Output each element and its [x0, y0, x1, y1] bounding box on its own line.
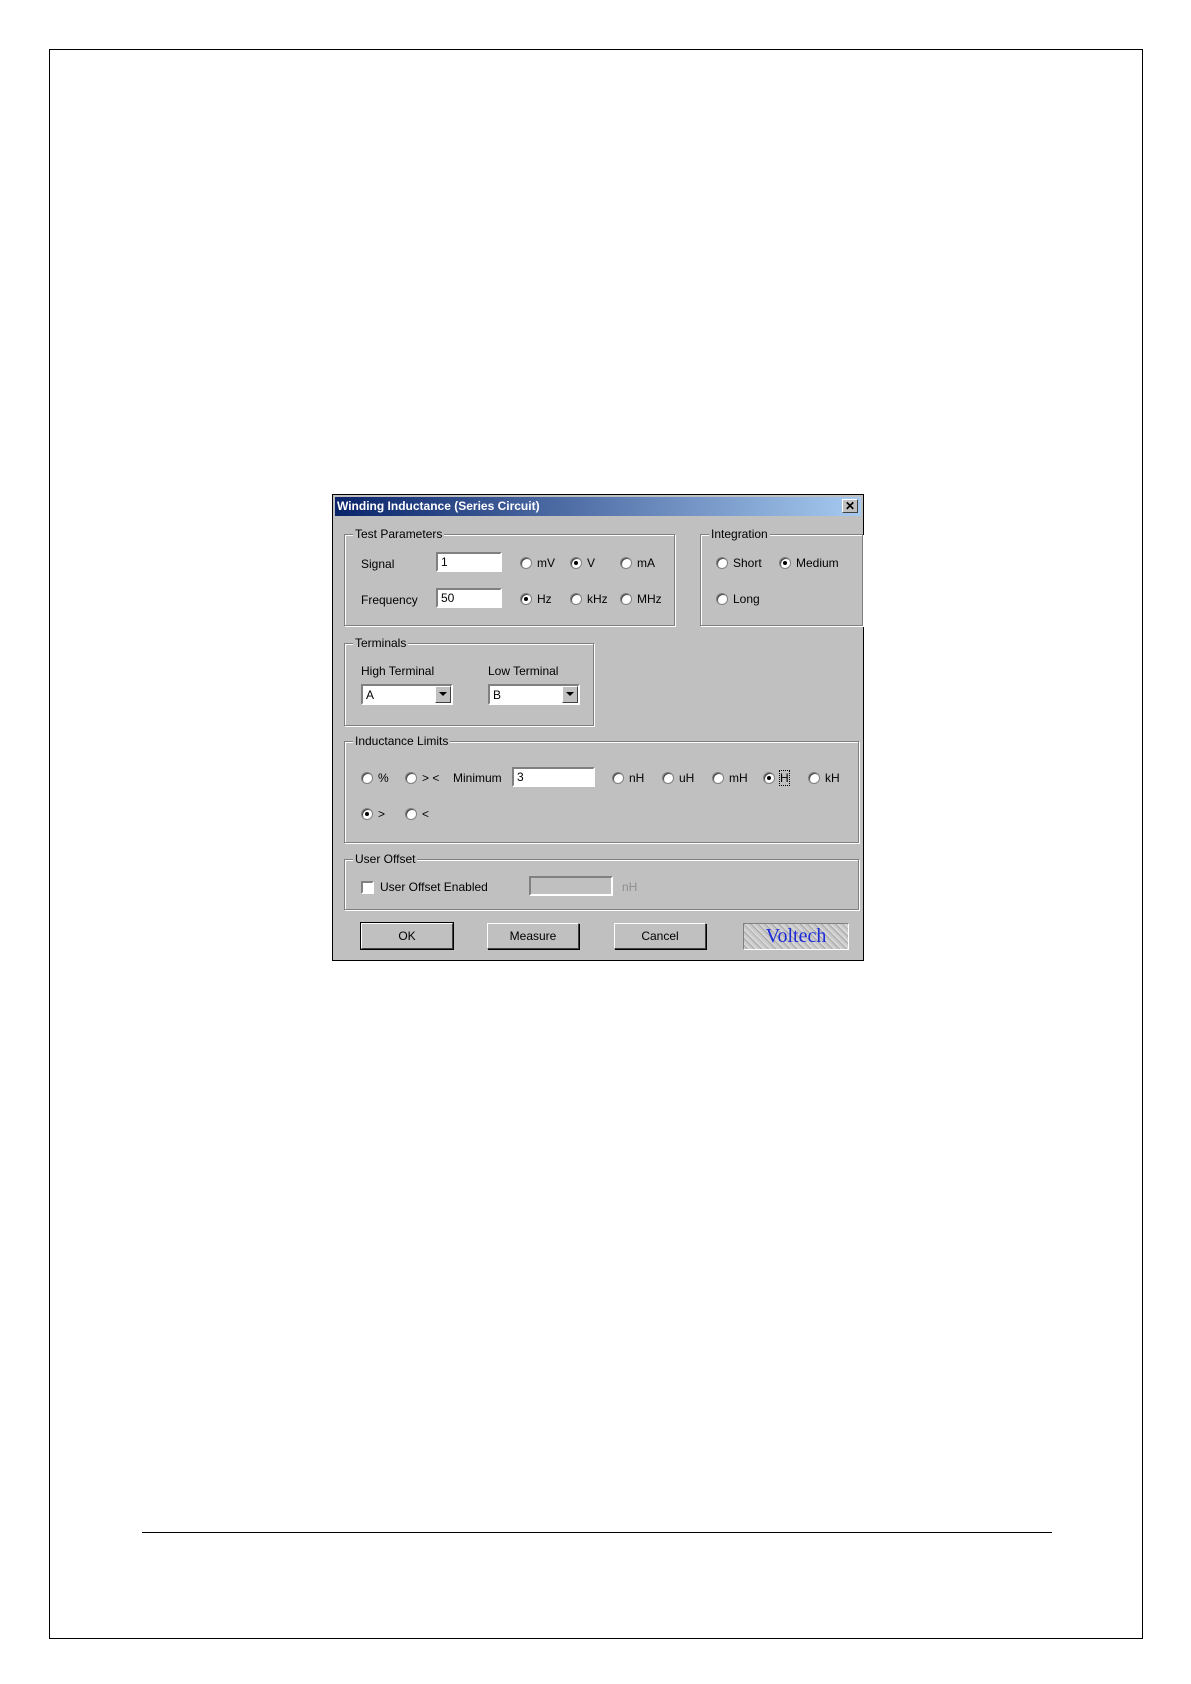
ok-button[interactable]: OK: [360, 922, 454, 950]
radio-icon: [620, 593, 632, 605]
radio-icon: [405, 772, 417, 784]
radio-label: kH: [825, 771, 840, 785]
user-offset-input[interactable]: [529, 876, 613, 896]
radio-icon: [620, 557, 632, 569]
frequency-label: Frequency: [361, 593, 418, 607]
radio-icon: [716, 557, 728, 569]
radio-label: >: [378, 807, 386, 821]
dialog-title: Winding Inductance (Series Circuit): [337, 499, 540, 513]
radio-icon: [361, 772, 373, 784]
radio-label: Hz: [537, 592, 552, 606]
radio-icon: [662, 772, 674, 784]
low-terminal-value: B: [493, 688, 502, 702]
frequency-unit-hz-radio[interactable]: Hz: [520, 591, 552, 607]
limit-unit-mh-radio[interactable]: mH: [712, 770, 748, 786]
radio-icon: [712, 772, 724, 784]
radio-icon: [405, 808, 417, 820]
signal-unit-ma-radio[interactable]: mA: [620, 555, 655, 571]
winding-inductance-dialog: Winding Inductance (Series Circuit) ✕ Te…: [332, 494, 864, 961]
signal-unit-mv-radio[interactable]: mV: [520, 555, 555, 571]
radio-icon: [570, 593, 582, 605]
radio-icon: [716, 593, 728, 605]
integration-long-radio[interactable]: Long: [716, 591, 760, 607]
user-offset-group: User Offset User Offset Enabled nH: [344, 852, 859, 910]
terminals-group: Terminals High Terminal A Low Terminal B: [344, 636, 594, 726]
limit-unit-h-radio[interactable]: H: [763, 770, 790, 786]
low-terminal-label: Low Terminal: [488, 664, 559, 678]
user-offset-enabled-label: User Offset Enabled: [380, 880, 488, 894]
integration-label: Integration: [709, 527, 770, 541]
minimum-label: Minimum: [453, 771, 502, 785]
signal-unit-v-radio[interactable]: V: [570, 555, 595, 571]
radio-label: Short: [733, 556, 762, 570]
test-parameters-label: Test Parameters: [353, 527, 445, 541]
radio-icon: [520, 557, 532, 569]
radio-icon: [570, 557, 582, 569]
chevron-down-icon[interactable]: [562, 686, 578, 703]
high-terminal-label: High Terminal: [361, 664, 435, 678]
radio-label: MHz: [637, 592, 662, 606]
signal-input[interactable]: [436, 552, 502, 572]
chevron-down-icon[interactable]: [435, 686, 451, 703]
user-offset-unit: nH: [622, 880, 638, 894]
radio-icon: [361, 808, 373, 820]
radio-icon: [808, 772, 820, 784]
measure-button[interactable]: Measure: [487, 923, 579, 949]
integration-medium-radio[interactable]: Medium: [779, 555, 839, 571]
high-terminal-value: A: [366, 688, 375, 702]
user-offset-checkbox[interactable]: [361, 881, 374, 894]
high-terminal-select[interactable]: A: [361, 684, 453, 705]
test-parameters-group: Test Parameters Signal mV V mA Frequency…: [344, 527, 675, 626]
radio-label: Long: [733, 592, 760, 606]
limit-mode-greater-radio[interactable]: >: [361, 806, 385, 822]
inductance-limits-label: Inductance Limits: [353, 734, 451, 748]
radio-label: nH: [629, 771, 645, 785]
limit-unit-nh-radio[interactable]: nH: [612, 770, 644, 786]
signal-label: Signal: [361, 557, 395, 571]
radio-icon: [763, 772, 775, 784]
minimum-input[interactable]: [512, 767, 595, 787]
close-button[interactable]: ✕: [842, 499, 858, 513]
close-icon: ✕: [844, 499, 856, 513]
radio-label: mH: [729, 771, 748, 785]
radio-label: H: [779, 770, 790, 786]
limit-unit-kh-radio[interactable]: kH: [808, 770, 840, 786]
frequency-unit-khz-radio[interactable]: kHz: [570, 591, 608, 607]
limit-unit-uh-radio[interactable]: uH: [662, 770, 694, 786]
radio-label: V: [587, 556, 596, 570]
frequency-input[interactable]: [436, 588, 502, 608]
low-terminal-select[interactable]: B: [488, 684, 580, 705]
radio-label: %: [378, 771, 389, 785]
voltech-logo: Voltech: [743, 923, 849, 950]
radio-label: Medium: [796, 556, 839, 570]
frequency-unit-mhz-radio[interactable]: MHz: [620, 591, 662, 607]
footer-rule: [142, 1532, 1052, 1533]
radio-label: kHz: [587, 592, 608, 606]
integration-short-radio[interactable]: Short: [716, 555, 762, 571]
terminals-label: Terminals: [353, 636, 409, 650]
integration-group: Integration Short Medium Long: [700, 527, 863, 626]
limit-mode-less-radio[interactable]: <: [405, 806, 429, 822]
title-bar[interactable]: Winding Inductance (Series Circuit) ✕: [335, 497, 861, 516]
radio-label: mV: [537, 556, 555, 570]
radio-icon: [612, 772, 624, 784]
radio-label: <: [422, 807, 430, 821]
limit-mode-percent-radio[interactable]: %: [361, 770, 389, 786]
radio-icon: [520, 593, 532, 605]
cancel-button[interactable]: Cancel: [614, 923, 706, 949]
inductance-limits-group: Inductance Limits % > < Minimum nH uH mH…: [344, 734, 859, 843]
radio-label: mA: [637, 556, 655, 570]
user-offset-label: User Offset: [353, 852, 418, 866]
limit-mode-range-radio[interactable]: > <: [405, 770, 439, 786]
radio-label: uH: [679, 771, 695, 785]
radio-label: > <: [422, 771, 440, 785]
radio-icon: [779, 557, 791, 569]
